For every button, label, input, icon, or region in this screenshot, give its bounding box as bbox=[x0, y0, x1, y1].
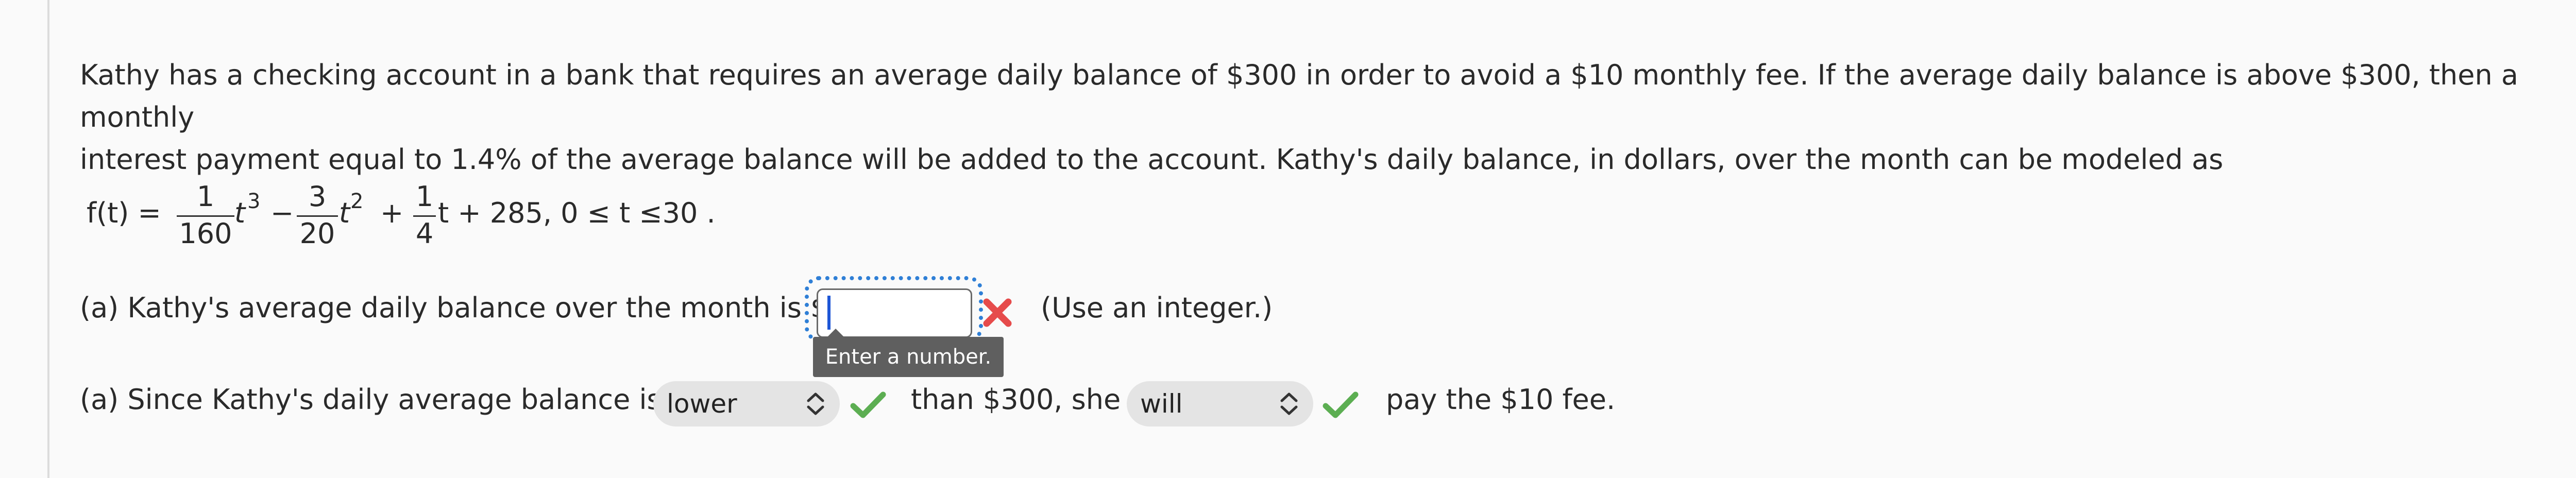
fraction-bar bbox=[177, 215, 234, 217]
part-a-prompt: (a) Kathy's average daily balance over t… bbox=[80, 292, 828, 324]
select-value: lower bbox=[667, 389, 737, 419]
fraction-denominator: 20 bbox=[299, 217, 335, 250]
part-b-suffix: pay the $10 fee. bbox=[1386, 383, 1616, 416]
problem-line-1: Kathy has a checking account in a bank t… bbox=[80, 59, 2518, 133]
use-integer-hint: (Use an integer.) bbox=[1041, 292, 1273, 324]
x-icon bbox=[983, 298, 1012, 327]
fraction-1-4: 1 4 bbox=[413, 180, 436, 252]
fraction-bar bbox=[413, 215, 436, 217]
formula-var-t: t bbox=[234, 197, 246, 229]
fraction-numerator: 1 bbox=[196, 180, 215, 213]
text-caret bbox=[827, 296, 831, 330]
will-pay-select[interactable]: will bbox=[1127, 381, 1313, 426]
formula-exponent-2: 2 bbox=[350, 190, 364, 213]
part-b-prompt: (a) Since Kathy's daily average balance … bbox=[80, 383, 662, 416]
formula-exponent-3: 3 bbox=[247, 190, 261, 213]
check-icon bbox=[1323, 391, 1359, 418]
formula-minus: − bbox=[270, 197, 294, 229]
left-border bbox=[47, 0, 49, 478]
fraction-1-160: 1 160 bbox=[177, 180, 234, 252]
fraction-3-20: 3 20 bbox=[297, 180, 338, 252]
fraction-denominator: 4 bbox=[415, 217, 434, 250]
validation-tooltip: Enter a number. bbox=[813, 329, 1004, 377]
problem-statement: Kathy has a checking account in a bank t… bbox=[80, 54, 2576, 181]
fraction-numerator: 3 bbox=[308, 180, 327, 213]
formula-var-t: t bbox=[339, 197, 350, 229]
fraction-denominator: 160 bbox=[179, 217, 232, 250]
formula-plus: + bbox=[380, 197, 404, 229]
chevron-up-down-icon bbox=[1280, 392, 1298, 415]
fraction-numerator: 1 bbox=[415, 180, 434, 213]
part-b-middle: than $300, she bbox=[911, 383, 1121, 416]
formula-lhs: f(t) = bbox=[87, 197, 161, 229]
fraction-bar bbox=[297, 215, 338, 217]
formula-tail: t + 285, 0 ≤ t ≤30 . bbox=[438, 197, 716, 229]
check-icon bbox=[850, 391, 886, 418]
problem-line-2: interest payment equal to 1.4% of the av… bbox=[80, 143, 2224, 176]
chevron-up-down-icon bbox=[807, 392, 824, 415]
balance-comparison-select[interactable]: lower bbox=[653, 381, 840, 426]
select-value: will bbox=[1140, 389, 1183, 419]
